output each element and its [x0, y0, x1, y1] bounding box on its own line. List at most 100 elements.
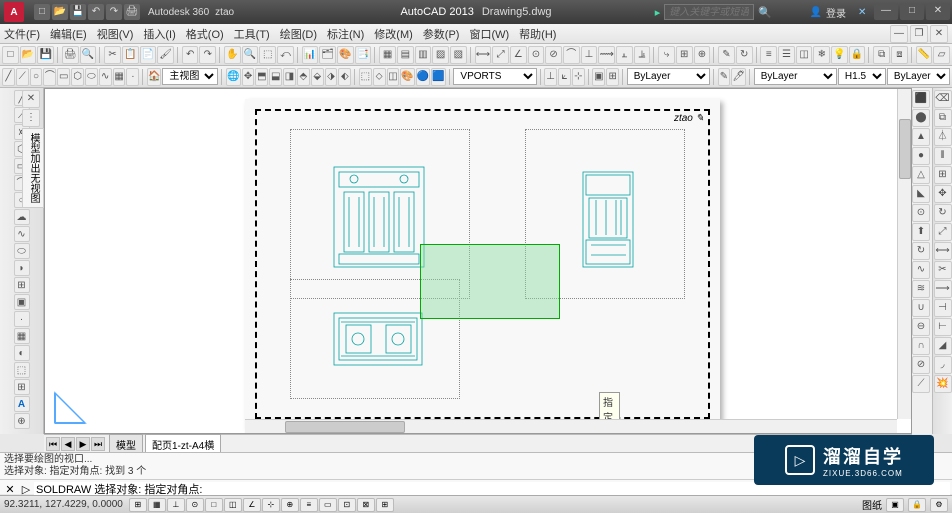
copy-icon[interactable]: 📋	[122, 46, 139, 64]
tpy-icon[interactable]: ▭	[319, 498, 337, 512]
dim-arc-icon[interactable]: ⌒	[563, 46, 580, 64]
close-palette-icon[interactable]: ✕	[22, 90, 40, 108]
layer-lock-icon[interactable]: 🔒	[849, 46, 866, 64]
tb-icon[interactable]: ▥	[415, 46, 432, 64]
leader-icon[interactable]: ⤷	[658, 46, 675, 64]
menu-draw[interactable]: 绘图(D)	[280, 26, 317, 42]
extrude-icon[interactable]: ⬆	[912, 223, 930, 241]
ducs-icon[interactable]: ⊹	[262, 498, 280, 512]
group-icon[interactable]: ⧉	[873, 46, 890, 64]
rotate-icon[interactable]: ↻	[934, 204, 952, 222]
tb-icon[interactable]: ▨	[432, 46, 449, 64]
view-iso4-icon[interactable]: ⬖	[338, 68, 351, 86]
menu-window[interactable]: 窗口(W)	[469, 26, 509, 42]
horizontal-scrollbar[interactable]	[245, 419, 897, 433]
layer3-combo[interactable]: ByLayer	[887, 68, 950, 85]
tb-icon[interactable]: ▤	[397, 46, 414, 64]
spline-tool-icon[interactable]: ∿	[14, 226, 30, 242]
dim-angular-icon[interactable]: ∠	[510, 46, 527, 64]
tb-icon[interactable]: ▧	[450, 46, 467, 64]
chamfer-icon[interactable]: ◢	[934, 337, 952, 355]
cone-icon[interactable]: ▲	[912, 128, 930, 146]
status-tool-icon[interactable]: ⚙	[930, 498, 948, 512]
array-icon[interactable]: ⊞	[934, 166, 952, 184]
loft-icon[interactable]: ≋	[912, 280, 930, 298]
new-icon[interactable]: □	[34, 4, 50, 20]
ucs-icon[interactable]: ⊥	[544, 68, 557, 86]
search-icon[interactable]: 🔍	[758, 6, 772, 19]
view-iso2-icon[interactable]: ⬙	[311, 68, 324, 86]
lwt-icon[interactable]: ≡	[300, 498, 318, 512]
layer-state-icon[interactable]: ☰	[778, 46, 795, 64]
cut-icon[interactable]: ✂	[104, 46, 121, 64]
plot-icon[interactable]: 🖨	[62, 46, 79, 64]
box-icon[interactable]: ⬛	[912, 90, 930, 108]
menu-format[interactable]: 格式(O)	[186, 26, 224, 42]
doc-minimize-icon[interactable]: —	[890, 25, 908, 43]
tab-last-icon[interactable]: ⏭	[91, 437, 105, 451]
open-icon[interactable]: 📂	[52, 4, 68, 20]
search-input[interactable]	[664, 4, 754, 20]
polar-icon[interactable]: ⊙	[186, 498, 204, 512]
layer-iso-icon[interactable]: ◫	[796, 46, 813, 64]
wedge-icon[interactable]: ◣	[912, 185, 930, 203]
layer2-combo[interactable]: ByLayer	[754, 68, 837, 85]
save-icon[interactable]: 💾	[70, 4, 86, 20]
redo-btn-icon[interactable]: ↷	[199, 46, 216, 64]
tolerance-icon[interactable]: ⊞	[676, 46, 693, 64]
tab-next-icon[interactable]: ▶	[76, 437, 90, 451]
open-file-icon[interactable]: 📂	[20, 46, 37, 64]
maximize-icon[interactable]: □	[900, 4, 924, 20]
ellipse-icon[interactable]: ⬭	[85, 68, 98, 86]
vs-2d-icon[interactable]: ⬚	[359, 68, 372, 86]
polygon-icon[interactable]: ⬡	[71, 68, 84, 86]
vs-hidden-icon[interactable]: ◫	[387, 68, 400, 86]
doc-restore-icon[interactable]: ❐	[910, 25, 928, 43]
3d-orbit-icon[interactable]: 🌐	[226, 68, 240, 86]
paperspace-label[interactable]: 图纸	[862, 497, 882, 512]
vs-conceptual-icon[interactable]: 🟦	[431, 68, 445, 86]
view-top-icon[interactable]: ⬒	[255, 68, 268, 86]
copy-obj-icon[interactable]: ⧉	[934, 109, 952, 127]
palette-grip-icon[interactable]: ⋮	[22, 109, 40, 127]
mod2-icon[interactable]: 🖊	[731, 68, 746, 86]
undo-btn-icon[interactable]: ↶	[182, 46, 199, 64]
dim-update-icon[interactable]: ↻	[736, 46, 753, 64]
view-iso-icon[interactable]: ⬘	[297, 68, 310, 86]
offset-icon[interactable]: ⫴	[934, 147, 952, 165]
design-center-icon[interactable]: 🗂	[319, 46, 336, 64]
fillet-icon[interactable]: ◞	[934, 356, 952, 374]
pan-icon[interactable]: ✋	[224, 46, 241, 64]
minimize-icon[interactable]: —	[874, 4, 898, 20]
vertical-scrollbar[interactable]	[897, 89, 911, 419]
spline-icon[interactable]: ∿	[99, 68, 112, 86]
3d-pan-icon[interactable]: ✥	[242, 68, 255, 86]
menu-dimension[interactable]: 标注(N)	[327, 26, 364, 42]
save-file-icon[interactable]: 💾	[37, 46, 54, 64]
add-selected-icon[interactable]: ⊕	[14, 413, 30, 429]
menu-edit[interactable]: 编辑(E)	[50, 26, 87, 42]
revcloud-icon[interactable]: ☁	[14, 209, 30, 225]
tab-first-icon[interactable]: ⏮	[46, 437, 60, 451]
dim-radius-icon[interactable]: ⊙	[528, 46, 545, 64]
preview-icon[interactable]: 🔍	[80, 46, 97, 64]
menu-insert[interactable]: 插入(I)	[143, 26, 175, 42]
status-lock-icon[interactable]: 🔒	[908, 498, 926, 512]
polyline-icon[interactable]: ⟋	[16, 68, 29, 86]
grid-icon[interactable]: ▦	[148, 498, 166, 512]
dim-ord-icon[interactable]: ⊥	[581, 46, 598, 64]
osnap-icon[interactable]: □	[205, 498, 223, 512]
tab-layout1[interactable]: 配页1-zt-A4横	[145, 434, 221, 454]
menu-help[interactable]: 帮助(H)	[519, 26, 556, 42]
match-icon[interactable]: 🖌	[157, 46, 174, 64]
revolve-icon[interactable]: ↻	[912, 242, 930, 260]
doc-close-icon[interactable]: ✕	[930, 25, 948, 43]
extend-icon[interactable]: ⟶	[934, 280, 952, 298]
h-combo[interactable]: H1.5	[838, 68, 886, 85]
mirror-icon[interactable]: ⏃	[934, 128, 952, 146]
print-icon[interactable]: 🖨	[124, 4, 140, 20]
view-combo[interactable]: 主视图	[162, 68, 218, 85]
area-icon[interactable]: ▱	[933, 46, 950, 64]
table-icon[interactable]: ⊞	[14, 379, 30, 395]
exchange-icon[interactable]: ✕	[858, 7, 866, 18]
